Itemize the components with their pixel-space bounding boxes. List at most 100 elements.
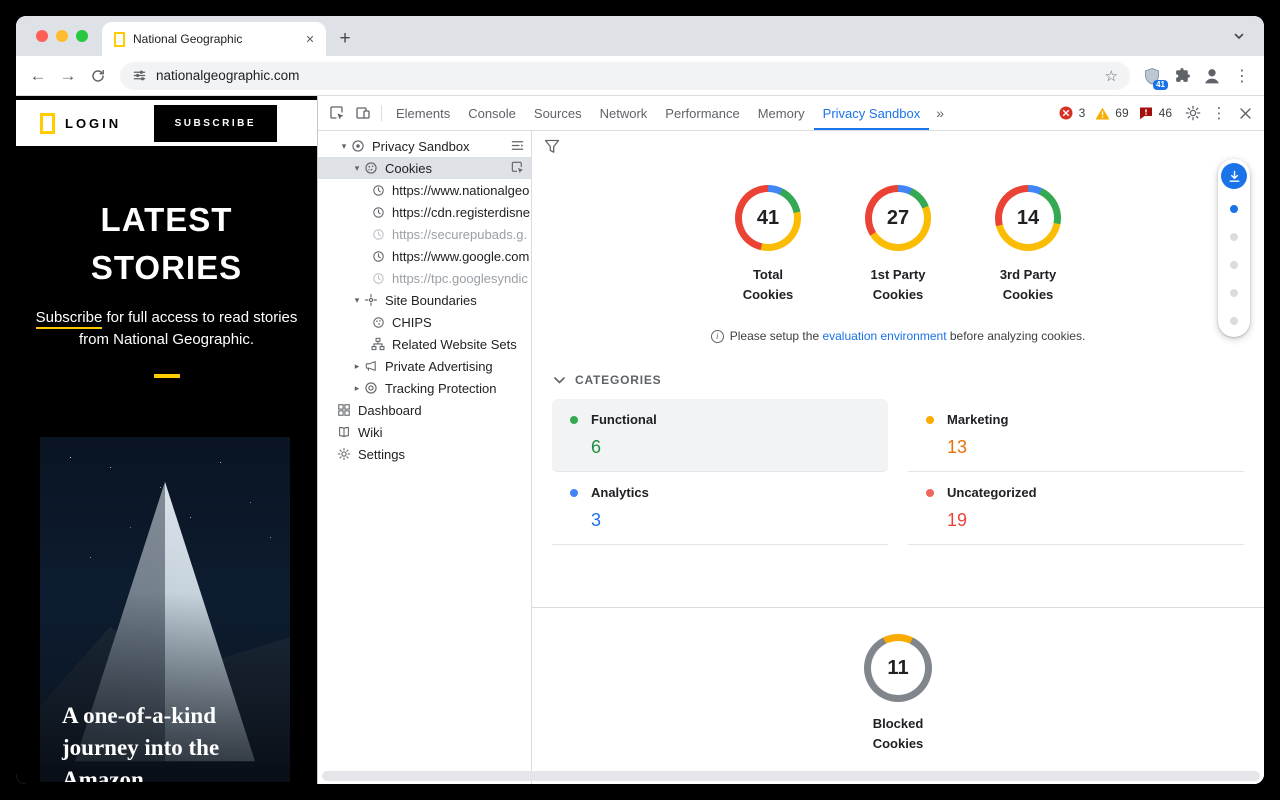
tree-item-url-google[interactable]: https://www.google.com [318,245,531,267]
third-party-cookies-stat: 14 3rd Party Cookies [991,185,1065,305]
url-text[interactable]: nationalgeographic.com [156,68,1096,83]
site-settings-icon[interactable] [132,68,147,83]
error-count[interactable]: 3 [1079,106,1086,120]
section-dot-1[interactable] [1230,205,1238,213]
tree-item-url-nationalgeographic[interactable]: https://www.nationalgeo [318,179,531,201]
tab-performance[interactable]: Performance [656,96,748,130]
tree-item-tracking-protection[interactable]: ▸ Tracking Protection [318,377,531,399]
warning-count[interactable]: 69 [1115,106,1128,120]
tree-item-related-website-sets[interactable]: Related Website Sets [318,333,531,355]
category-card-analytics[interactable]: Analytics 3 [552,472,888,545]
tab-console[interactable]: Console [459,96,525,130]
category-card-functional[interactable]: Functional 6 [552,399,888,472]
download-report-button[interactable] [1221,163,1247,189]
devtools-body: ▾ Privacy Sandbox ▾ [318,131,1264,784]
window-content: LOGIN SUBSCRIBE LATEST STORIES Subscribe… [16,96,1264,784]
inspect-cookies-icon[interactable] [510,160,525,175]
tree-item-cookies[interactable]: ▾ Cookies [318,157,531,179]
tree-item-chips[interactable]: CHIPS [318,311,531,333]
section-dot-2[interactable] [1230,233,1238,241]
third-party-cookies-value: 14 [1017,207,1039,230]
privacy-sandbox-main: 41 Total Cookies 27 1st Party Cookies [532,131,1264,784]
blocked-cookies-label: Blocked Cookies [863,714,933,754]
total-cookies-value: 41 [757,207,779,230]
devtools-close-icon[interactable] [1232,100,1258,126]
new-tab-button[interactable]: + [332,26,358,52]
toolbar-separator [381,105,382,121]
tab-privacy-sandbox[interactable]: Privacy Sandbox [814,96,930,130]
maximize-window-button[interactable] [76,30,88,42]
more-tabs-icon[interactable]: » [929,105,951,121]
browser-menu-icon[interactable]: ⋮ [1228,62,1256,90]
sidebar-toggle-icon[interactable] [510,138,525,153]
tree-item-url-securepubads[interactable]: https://securepubads.g. [318,223,531,245]
hero-photo[interactable]: A one-of-a-kind journey into the Amazon [40,437,290,782]
tab-elements[interactable]: Elements [387,96,459,130]
tree-item-settings[interactable]: Settings [318,443,531,465]
filter-icon[interactable] [544,139,560,154]
cookie-icon [363,160,379,176]
devtools-status-icons: 3 69 46 ⋮ [1057,100,1258,126]
extension-icon[interactable]: 41 [1138,62,1166,90]
devtools-settings-icon[interactable] [1180,100,1206,126]
chevron-down-icon [554,377,565,384]
tab-close-icon[interactable]: ✕ [302,31,318,47]
tree-item-url-registerdisney[interactable]: https://cdn.registerdisne [318,201,531,223]
evaluation-environment-link[interactable]: evaluation environment [822,329,946,343]
section-dot-4[interactable] [1230,289,1238,297]
reload-button[interactable] [84,62,112,90]
horizontal-scrollbar[interactable] [322,771,1260,781]
minimize-window-button[interactable] [56,30,68,42]
section-dot-3[interactable] [1230,261,1238,269]
devtools-menu-icon[interactable]: ⋮ [1206,100,1232,126]
clock-icon [370,248,386,264]
section-dot-5[interactable] [1230,317,1238,325]
warning-icon[interactable] [1093,100,1111,126]
tree-item-dashboard[interactable]: Dashboard [318,399,531,421]
site-boundaries-icon [363,292,379,308]
extensions-puzzle-icon[interactable] [1168,62,1196,90]
tree-item-site-boundaries[interactable]: ▾ Site Boundaries [318,289,531,311]
natgeo-logo-icon[interactable] [40,113,55,134]
back-button[interactable]: ← [24,62,52,90]
subscribe-button[interactable]: SUBSCRIBE [154,105,277,142]
issues-count[interactable]: 46 [1159,106,1172,120]
clock-icon [370,182,386,198]
advertising-icon [363,358,379,374]
device-toolbar-icon[interactable] [350,100,376,126]
categories-header[interactable]: CATEGORIES [554,373,1264,387]
issues-icon[interactable] [1137,100,1155,126]
tree-item-wiki[interactable]: Wiki [318,421,531,443]
browser-toolbar: ← → nationalgeographic.com ☆ 41 ⋮ [16,56,1264,96]
categories-grid: Functional 6 Marketing 13 Analytics 3 [552,399,1244,545]
close-window-button[interactable] [36,30,48,42]
panel-side-toolbar [1218,159,1250,337]
dashboard-grid-icon [336,402,352,418]
browser-tab[interactable]: National Geographic ✕ [102,22,326,56]
login-link[interactable]: LOGIN [65,116,121,131]
subscribe-inline-link[interactable]: Subscribe [36,309,103,329]
profile-avatar[interactable] [1198,62,1226,90]
tab-network[interactable]: Network [591,96,657,130]
functional-dot [570,416,578,424]
category-card-marketing[interactable]: Marketing 13 [908,399,1244,472]
forward-button[interactable]: → [54,62,82,90]
tree-item-privacy-sandbox[interactable]: ▾ Privacy Sandbox [318,135,531,157]
donut-blocked-cookies: 11 [864,634,932,702]
tree-item-private-advertising[interactable]: ▸ Private Advertising [318,355,531,377]
uncategorized-count: 19 [947,510,1244,531]
error-icon[interactable] [1057,100,1075,126]
tab-sources[interactable]: Sources [525,96,591,130]
blocked-cookies-section: 11 Blocked Cookies [532,608,1264,754]
inspect-element-icon[interactable] [324,100,350,126]
address-bar[interactable]: nationalgeographic.com ☆ [120,62,1130,90]
tab-search-chevron-icon[interactable] [1230,27,1248,45]
tab-title: National Geographic [133,32,294,46]
tab-memory[interactable]: Memory [749,96,814,130]
category-card-uncategorized[interactable]: Uncategorized 19 [908,472,1244,545]
tree-item-url-googlesyndication[interactable]: https://tpc.googlesyndic [318,267,531,289]
first-party-cookies-label: 1st Party Cookies [863,265,933,305]
bookmark-star-icon[interactable]: ☆ [1105,67,1118,85]
cookies-summary: 41 Total Cookies 27 1st Party Cookies [532,131,1264,305]
sitemap-icon [370,336,386,352]
